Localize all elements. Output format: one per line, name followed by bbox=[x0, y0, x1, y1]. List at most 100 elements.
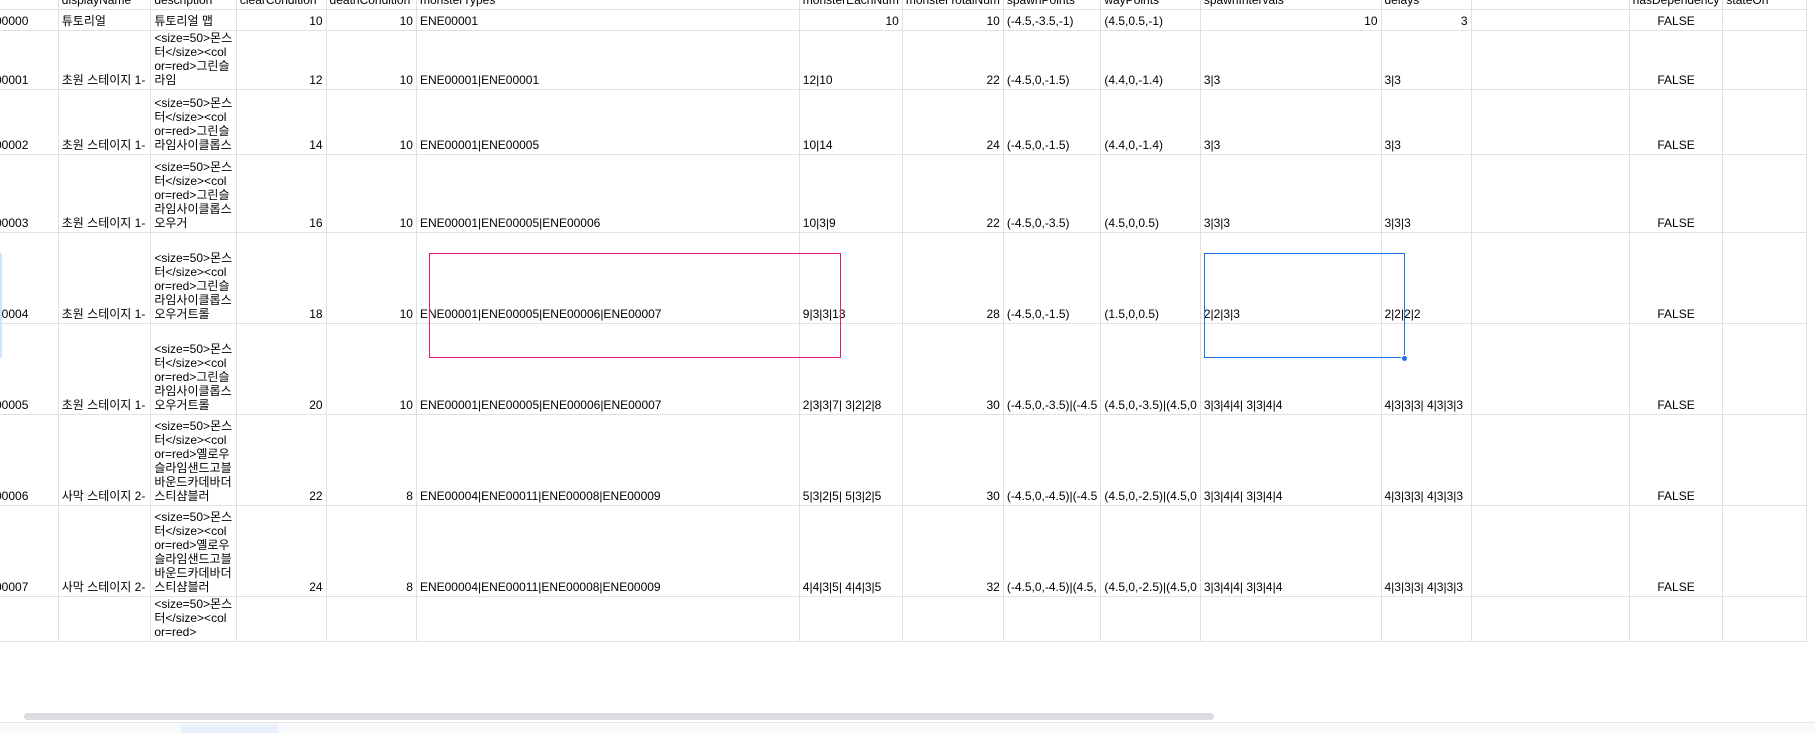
column-header-wayPoints[interactable]: wayPoints bbox=[1100, 0, 1201, 10]
cell-deathCondition[interactable]: 10 bbox=[326, 232, 417, 324]
column-header-id[interactable] bbox=[0, 0, 59, 10]
cell-monsterTotalNum[interactable] bbox=[902, 596, 1004, 642]
cell-deathCondition[interactable]: 10 bbox=[326, 9, 417, 31]
cell-hasDependency[interactable]: FALSE bbox=[1629, 89, 1724, 155]
cell-monsterTypes[interactable]: ENE00004|ENE00011|ENE00008|ENE00009 bbox=[416, 414, 800, 506]
cell-col12[interactable] bbox=[1471, 30, 1630, 90]
cell-monsterEachNum[interactable]: 9|3|3|13 bbox=[799, 232, 903, 324]
cell-wayPoints[interactable]: (4.4,0,-1.4) bbox=[1100, 30, 1201, 90]
column-header-spawnIntervals[interactable]: spawnIntervals bbox=[1200, 0, 1382, 10]
cell-delays[interactable]: 4|3|3|3| 4|3|3|3 bbox=[1381, 323, 1472, 415]
cell-monsterTotalNum[interactable]: 30 bbox=[902, 414, 1004, 506]
cell-monsterEachNum[interactable]: 5|3|2|5| 5|3|2|5 bbox=[799, 414, 903, 506]
cell-col12[interactable] bbox=[1471, 414, 1630, 506]
cell-clearCondition[interactable] bbox=[236, 596, 327, 642]
cell-hasDependency[interactable]: FALSE bbox=[1629, 232, 1724, 324]
cell-col12[interactable] bbox=[1471, 505, 1630, 597]
cell-description[interactable]: <size=50>몬스터</size><color=red>그린슬라임사이클롭스… bbox=[150, 154, 237, 233]
cell-spawnPoints[interactable]: (-4.5,0,-4.5)|(-4.5 bbox=[1003, 414, 1102, 506]
cell-monsterEachNum[interactable]: 10|3|9 bbox=[799, 154, 903, 233]
cell-hasDependency[interactable]: FALSE bbox=[1629, 154, 1724, 233]
cell-displayName[interactable]: 튜토리얼 bbox=[58, 9, 152, 31]
cell-monsterTypes[interactable]: ENE00001|ENE00005|ENE00006|ENE00007 bbox=[416, 323, 800, 415]
column-header-deathCondition[interactable]: deathCondition bbox=[326, 0, 417, 10]
cell-monsterTotalNum[interactable]: 22 bbox=[902, 154, 1004, 233]
cell-description[interactable]: 튜토리얼 맵 bbox=[150, 9, 237, 31]
cell-delays[interactable]: 4|3|3|3| 4|3|3|3 bbox=[1381, 505, 1472, 597]
cell-wayPoints[interactable]: (1.5,0,0.5) bbox=[1100, 232, 1201, 324]
cell-displayName[interactable] bbox=[58, 596, 152, 642]
cell-wayPoints[interactable] bbox=[1100, 596, 1201, 642]
cell-delays[interactable]: 3|3 bbox=[1381, 89, 1472, 155]
cell-stateOn[interactable] bbox=[1722, 414, 1807, 506]
cell-spawnPoints[interactable]: (-4.5,0,-1.5) bbox=[1003, 89, 1102, 155]
cell-wayPoints[interactable]: (4.5,0,-2.5)|(4.5,0 bbox=[1100, 414, 1201, 506]
cell-spawnIntervals[interactable] bbox=[1200, 596, 1382, 642]
column-header-col12[interactable] bbox=[1471, 0, 1630, 10]
cell-monsterEachNum[interactable]: 12|10 bbox=[799, 30, 903, 90]
cell-id[interactable]: 00004 bbox=[0, 232, 59, 324]
cell-id[interactable]: 00006 bbox=[0, 414, 59, 506]
cell-spawnPoints[interactable] bbox=[1003, 596, 1102, 642]
cell-col12[interactable] bbox=[1471, 323, 1630, 415]
cell-id[interactable]: 00007 bbox=[0, 505, 59, 597]
cell-monsterTypes[interactable]: ENE00004|ENE00011|ENE00008|ENE00009 bbox=[416, 505, 800, 597]
cell-clearCondition[interactable]: 18 bbox=[236, 232, 327, 324]
cell-delays[interactable]: 3|3 bbox=[1381, 30, 1472, 90]
cell-displayName[interactable]: 초원 스테이지 1- bbox=[58, 154, 152, 233]
cell-spawnPoints[interactable]: (-4.5,0,-1.5) bbox=[1003, 232, 1102, 324]
cell-monsterTotalNum[interactable]: 28 bbox=[902, 232, 1004, 324]
cell-spawnIntervals[interactable]: 3|3|4|4| 3|3|4|4 bbox=[1200, 323, 1382, 415]
cell-stateOn[interactable] bbox=[1722, 154, 1807, 233]
cell-displayName[interactable]: 초원 스테이지 1- bbox=[58, 89, 152, 155]
cell-monsterTypes[interactable]: ENE00001 bbox=[416, 9, 800, 31]
cell-monsterEachNum[interactable]: 4|4|3|5| 4|4|3|5 bbox=[799, 505, 903, 597]
cell-description[interactable]: <size=50>몬스터</size><color=red>그린슬라임사이클롭스 bbox=[150, 89, 237, 155]
cell-monsterEachNum[interactable]: 10|14 bbox=[799, 89, 903, 155]
cell-wayPoints[interactable]: (4.5,0,-2.5)|(4.5,0 bbox=[1100, 505, 1201, 597]
cell-description[interactable]: <size=50>몬스터</size><color=red>그린슬라임사이클롭스… bbox=[150, 232, 237, 324]
cell-monsterTypes[interactable]: ENE00001|ENE00005|ENE00006 bbox=[416, 154, 800, 233]
column-header-clearCondition[interactable]: clearCondition bbox=[236, 0, 327, 10]
cell-stateOn[interactable] bbox=[1722, 232, 1807, 324]
cell-monsterTypes[interactable] bbox=[416, 596, 800, 642]
cell-displayName[interactable]: 사막 스테이지 2- bbox=[58, 414, 152, 506]
cell-monsterTotalNum[interactable]: 24 bbox=[902, 89, 1004, 155]
cell-deathCondition[interactable] bbox=[326, 596, 417, 642]
cell-spawnPoints[interactable]: (-4.5,-3.5,-1) bbox=[1003, 9, 1102, 31]
cell-id[interactable]: 00000 bbox=[0, 9, 59, 31]
cell-description[interactable]: <size=50>몬스터</size><color=red>옐로우슬라임샌드고블… bbox=[150, 414, 237, 506]
cell-stateOn[interactable] bbox=[1722, 505, 1807, 597]
cell-hasDependency[interactable]: FALSE bbox=[1629, 323, 1724, 415]
cell-deathCondition[interactable]: 10 bbox=[326, 323, 417, 415]
scrollbar-thumb[interactable] bbox=[24, 713, 1214, 720]
cell-deathCondition[interactable]: 8 bbox=[326, 505, 417, 597]
cell-deathCondition[interactable]: 10 bbox=[326, 89, 417, 155]
cell-spawnIntervals[interactable]: 10 bbox=[1200, 9, 1382, 31]
sheet-tab-active[interactable] bbox=[181, 725, 278, 733]
cell-clearCondition[interactable]: 10 bbox=[236, 9, 327, 31]
cell-spawnIntervals[interactable]: 3|3 bbox=[1200, 30, 1382, 90]
cell-monsterTypes[interactable]: ENE00001|ENE00005 bbox=[416, 89, 800, 155]
cell-hasDependency[interactable]: FALSE bbox=[1629, 9, 1724, 31]
cell-spawnIntervals[interactable]: 3|3|4|4| 3|3|4|4 bbox=[1200, 505, 1382, 597]
cell-monsterEachNum[interactable]: 10 bbox=[799, 9, 903, 31]
cell-clearCondition[interactable]: 24 bbox=[236, 505, 327, 597]
column-header-hasDependency[interactable]: hasDependency bbox=[1629, 0, 1724, 10]
column-header-monsterTypes[interactable]: monsterTypes bbox=[416, 0, 800, 10]
column-header-stateOn[interactable]: stateOn bbox=[1722, 0, 1807, 10]
cell-delays[interactable]: 3 bbox=[1381, 9, 1472, 31]
cell-spawnIntervals[interactable]: 2|2|3|3 bbox=[1200, 232, 1382, 324]
horizontal-scrollbar[interactable] bbox=[0, 712, 1815, 721]
cell-clearCondition[interactable]: 16 bbox=[236, 154, 327, 233]
column-header-monsterEachNum[interactable]: monsterEachNum bbox=[799, 0, 903, 10]
cell-delays[interactable]: 2|2|2|2 bbox=[1381, 232, 1472, 324]
cell-col12[interactable] bbox=[1471, 232, 1630, 324]
cell-stateOn[interactable] bbox=[1722, 9, 1807, 31]
cell-monsterTotalNum[interactable]: 22 bbox=[902, 30, 1004, 90]
spreadsheet-grid[interactable]: displayName description clearCondition deat… bbox=[0, 0, 1815, 712]
column-header-spawnPoints[interactable]: spawnPoints bbox=[1003, 0, 1102, 10]
cell-spawnPoints[interactable]: (-4.5,0,-3.5) bbox=[1003, 154, 1102, 233]
cell-stateOn[interactable] bbox=[1722, 30, 1807, 90]
fill-handle[interactable] bbox=[1401, 355, 1408, 362]
